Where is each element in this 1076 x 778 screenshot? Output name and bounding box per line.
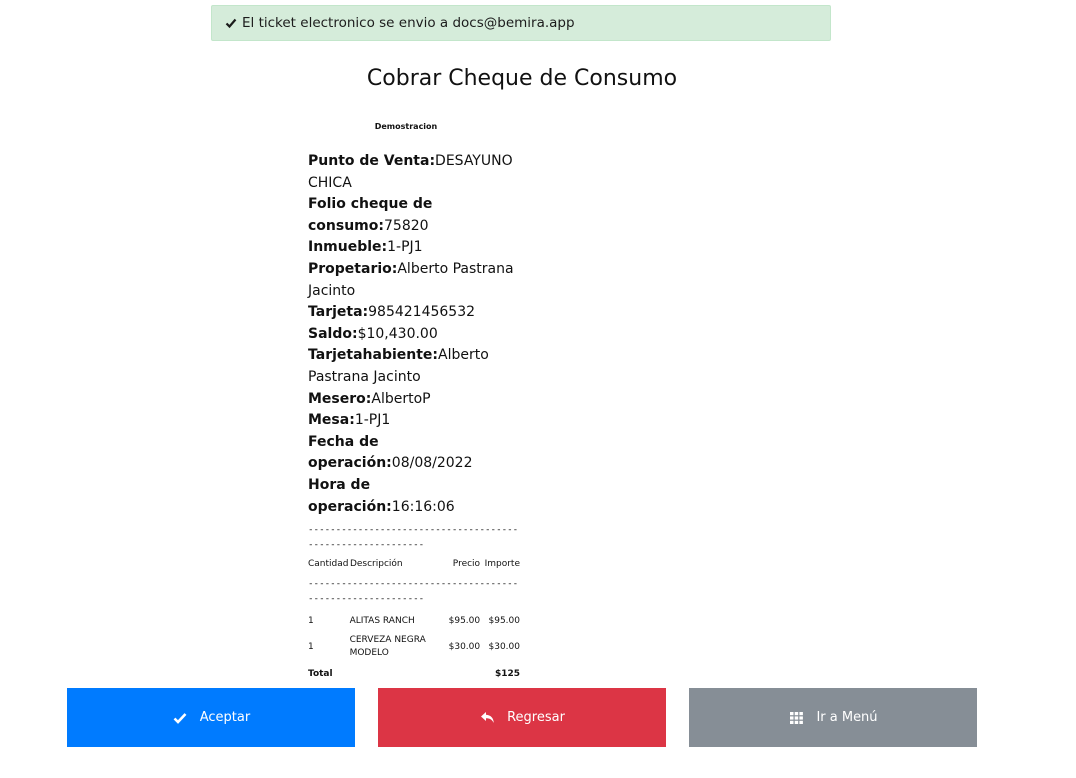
item-qty: 1 — [308, 616, 314, 627]
field-value: $10,430.00 — [357, 325, 438, 342]
table-row: 1 CERVEZA NEGRA MODELO $30.00 $30.00 — [308, 632, 520, 662]
accept-label: Aceptar — [199, 710, 251, 725]
field-value: 1-PJ1 — [354, 412, 391, 429]
items-table-body: 1 ALITAS RANCH $95.00 $95.00 1 CERVEZA N… — [308, 610, 520, 686]
column-desc: Descripción — [349, 558, 403, 569]
field-tarjeta: Tarjeta:985421456532 — [308, 302, 520, 324]
accept-button[interactable]: Aceptar — [67, 688, 355, 747]
item-amount: $95.00 — [488, 616, 521, 627]
check-icon — [172, 710, 188, 726]
field-value: 08/08/2022 — [391, 455, 473, 472]
item-price: $30.00 — [448, 642, 481, 653]
column-price: Precio — [452, 559, 481, 570]
page-title: Cobrar Cheque de Consumo — [366, 66, 678, 91]
item-price: $95.00 — [448, 616, 481, 627]
field-propietario: Propetario:Alberto Pastrana Jacinto — [308, 259, 520, 302]
check-icon — [225, 16, 239, 30]
menu-button[interactable]: Ir a Menú — [689, 688, 977, 747]
total-value: $125 — [494, 669, 520, 680]
field-label: Mesero: — [308, 390, 372, 407]
field-value: AlbertoP — [371, 390, 431, 407]
field-value: 985421456532 — [368, 304, 476, 321]
separator-line: ----------------------------------------… — [308, 578, 519, 605]
field-punto-venta: Punto de Venta:DESAYUNO CHICA — [308, 151, 520, 194]
item-desc: CERVEZA NEGRA MODELO — [349, 635, 426, 659]
column-qty: Cantidad — [308, 559, 349, 570]
table-row: 1 ALITAS RANCH $95.00 $95.00 — [308, 610, 520, 632]
reply-icon — [479, 710, 495, 726]
menu-label: Ir a Menú — [816, 710, 878, 725]
field-label: Saldo: — [308, 325, 358, 342]
field-label: Inmueble: — [308, 239, 388, 256]
field-mesero: Mesero:AlbertoP — [308, 389, 520, 411]
separator-line: ----------------------------------------… — [308, 524, 519, 551]
table-header: Cantidad Descripción Precio Importe — [308, 552, 520, 576]
column-amount: Importe — [484, 559, 520, 570]
field-fecha: Fecha de operación:08/08/2022 — [308, 432, 520, 475]
field-value: 75820 — [384, 217, 429, 234]
field-label: Fecha de operación: — [308, 433, 392, 472]
item-qty: 1 — [308, 642, 314, 653]
field-label: Propetario: — [308, 260, 398, 277]
field-value: 1-PJ1 — [387, 239, 423, 256]
back-button[interactable]: Regresar — [378, 688, 666, 747]
total-row: Total $125 — [308, 662, 520, 686]
item-desc: ALITAS RANCH — [349, 615, 415, 626]
success-alert: El ticket electronico se envio a docs@be… — [211, 5, 831, 41]
field-label: Hora de operación: — [308, 476, 392, 515]
alert-message: El ticket electronico se envio a docs@be… — [242, 15, 575, 31]
field-folio: Folio cheque de consumo:75820 — [308, 194, 520, 237]
item-amount: $30.00 — [488, 642, 521, 653]
field-label: Punto de Venta: — [308, 153, 436, 169]
field-label: Mesa: — [308, 412, 355, 429]
field-label: Tarjeta: — [308, 304, 369, 321]
field-hora: Hora de operación:16:16:06 — [308, 475, 520, 518]
field-inmueble: Inmueble:1-PJ1 — [308, 237, 520, 259]
ticket-info: Punto de Venta:DESAYUNO CHICA Folio cheq… — [308, 151, 520, 518]
field-value: 16:16:06 — [391, 498, 455, 515]
back-label: Regresar — [507, 710, 565, 725]
ticket: Demostracion Punto de Venta:DESAYUNO CHI… — [308, 122, 520, 686]
items-table: Cantidad Descripción Precio Importe — [308, 552, 520, 576]
field-label: Tarjetahabiente: — [308, 347, 439, 364]
company-name: Demostracion — [374, 122, 438, 131]
grid-icon — [788, 710, 804, 726]
field-mesa: Mesa:1-PJ1 — [308, 410, 520, 432]
field-tarjetahabiente: Tarjetahabiente:Alberto Pastrana Jacinto — [308, 345, 520, 388]
total-label: Total — [308, 669, 333, 680]
field-saldo: Saldo:$10,430.00 — [308, 324, 520, 346]
